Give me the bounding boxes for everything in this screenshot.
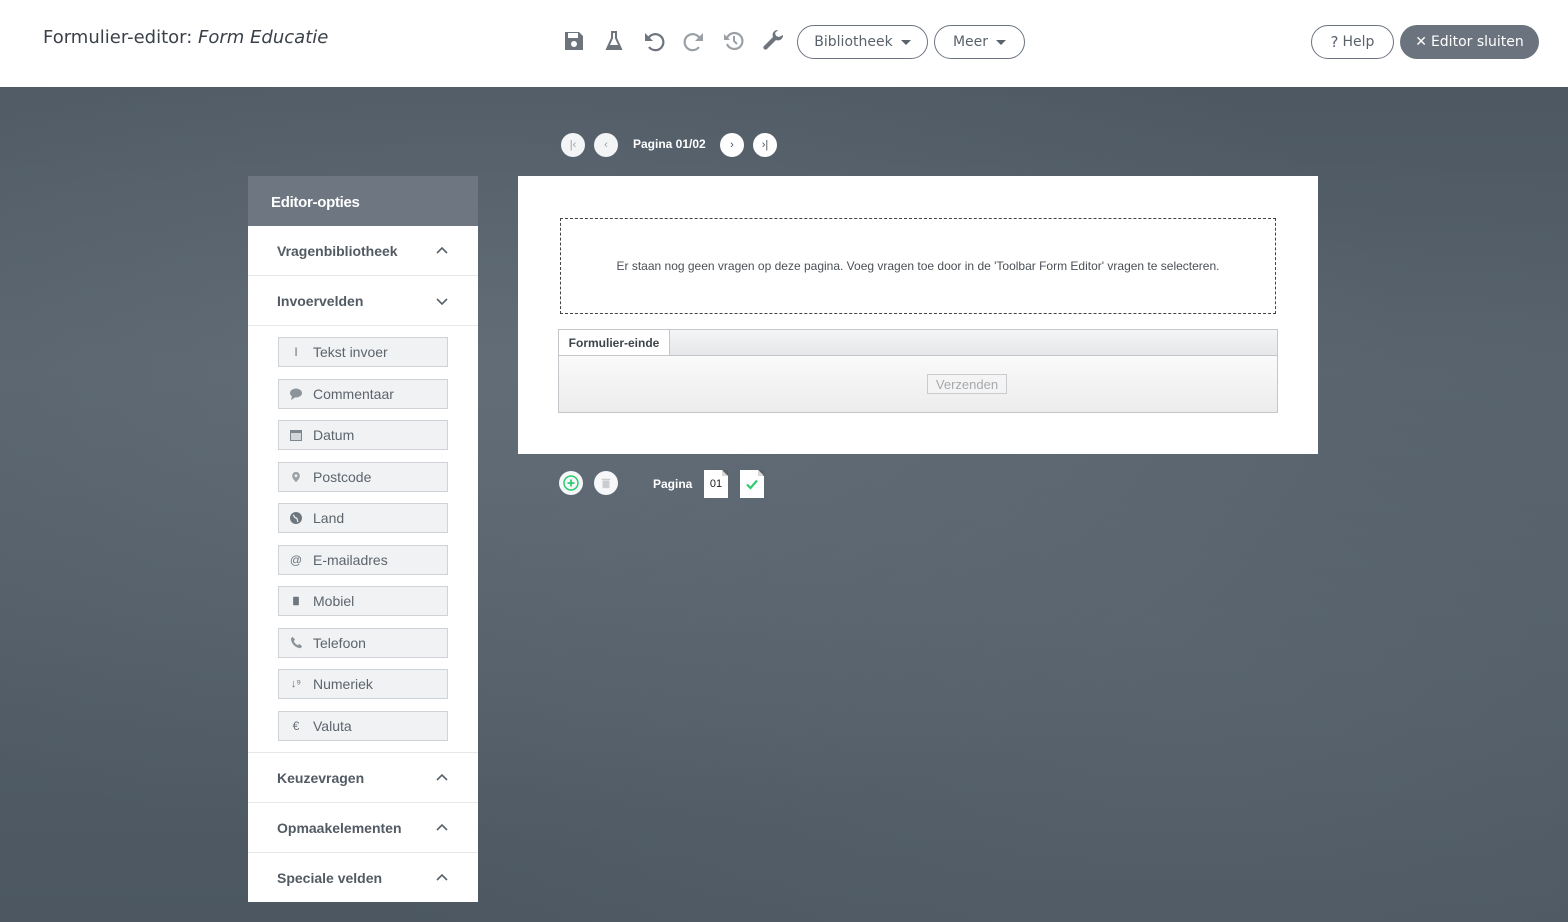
section-label: Opmaakelementen [277,819,402,836]
field-text-input[interactable]: I Tekst invoer [278,337,448,367]
field-country[interactable]: Land [278,503,448,533]
at-icon: @ [289,552,303,567]
form-end-section: Verzenden [558,355,1278,413]
editor-title-prefix: Formulier-editor: [43,27,193,48]
field-mobile[interactable]: Mobiel [278,586,448,616]
field-email[interactable]: @ E-mailadres [278,544,448,575]
chevron-up-icon [436,773,448,781]
field-label: Commentaar [313,385,394,402]
globe-icon [289,511,303,525]
field-label: E-mailadres [313,551,388,568]
mobile-icon [289,594,303,608]
field-label: Land [313,510,345,526]
calendar-icon [289,428,303,442]
field-comment[interactable]: Commentaar [278,378,448,409]
field-currency[interactable]: € Valuta [278,710,448,741]
section-layout-elements[interactable]: Opmaakelementen [248,803,478,853]
form-end-label: Formulier-einde [559,330,670,356]
first-page-button[interactable]: |‹ [561,133,585,157]
redo-icon[interactable] [679,26,709,56]
submit-button[interactable]: Verzenden [927,374,1007,394]
sort-numeric-icon: ↓⁹ [290,678,302,690]
field-label: Postcode [313,468,372,485]
input-fields-list: I Tekst invoer Commentaar Datum Postcode [248,326,478,753]
field-label: Datum [313,427,355,443]
help-label: Help [1342,34,1375,50]
chevron-down-icon [900,39,911,45]
section-input-fields[interactable]: Invoervelden [248,276,478,326]
section-label: Keuzevragen [277,769,365,786]
comment-icon [289,387,303,401]
wrench-icon[interactable] [759,26,789,56]
skip-forward-icon: ›| [761,139,769,151]
editor-options-panel: Editor-opties Vragenbibliotheek Invoerve… [248,176,478,902]
section-question-library[interactable]: Vragenbibliotheek [248,226,478,276]
chevron-up-icon [436,873,448,881]
question-icon: ? [1330,33,1339,51]
field-postcode[interactable]: Postcode [278,461,448,492]
flask-icon[interactable] [599,26,629,56]
field-label: Tekst invoer [313,344,388,360]
section-label: Invoervelden [277,292,364,309]
field-label: Valuta [313,717,352,734]
add-page-button[interactable] [559,471,583,495]
text-cursor-icon: I [294,345,298,359]
field-numeric[interactable]: ↓⁹ Numeriek [278,669,448,699]
page-thumbnail[interactable]: 01 [704,470,728,498]
library-dropdown-label: Bibliotheek [814,34,893,50]
close-editor-button[interactable]: ✕ Editor sluiten [1400,25,1539,59]
history-icon[interactable] [719,26,749,56]
more-dropdown[interactable]: Meer [934,25,1025,59]
section-label: Vragenbibliotheek [277,242,398,259]
chevron-up-icon [436,246,448,254]
chevron-right-icon: › [730,139,734,151]
section-label: Speciale velden [277,870,383,886]
delete-page-button[interactable] [594,471,618,495]
next-page-button[interactable]: › [720,133,744,157]
field-label: Numeriek [313,676,373,692]
phone-icon [289,636,303,650]
editor-options-title: Editor-opties [248,176,478,226]
field-label: Mobiel [313,593,355,609]
field-phone[interactable]: Telefoon [278,627,448,658]
page-indicator: Pagina 01/02 [633,137,706,151]
editor-title: Formulier-editor: Form Educatie [43,27,328,48]
top-toolbar: Formulier-editor: Form Educatie Biblioth… [0,0,1568,87]
close-editor-label: Editor sluiten [1430,34,1524,50]
save-icon[interactable] [559,26,589,56]
undo-icon[interactable] [639,26,669,56]
chevron-down-icon [996,39,1007,45]
close-icon: ✕ [1415,34,1427,50]
empty-page-dropzone[interactable]: Er staan nog geen vragen op deze pagina.… [560,218,1276,314]
page-number: 01 [709,478,723,490]
form-name: Form Educatie [198,27,329,48]
plus-circle-icon [563,475,579,491]
page-label: Pagina [653,477,693,491]
form-end-page-thumbnail[interactable] [740,470,764,498]
chevron-down-icon [436,297,448,305]
check-icon [746,479,758,490]
help-button[interactable]: ? Help [1311,25,1394,59]
section-special-fields[interactable]: Speciale velden [248,853,478,903]
section-choice-questions[interactable]: Keuzevragen [248,753,478,803]
skip-back-icon: |‹ [569,139,577,151]
chevron-up-icon [436,823,448,831]
form-canvas: Er staan nog geen vragen op deze pagina.… [518,176,1318,454]
euro-icon: € [292,718,300,733]
last-page-button[interactable]: ›| [753,133,777,157]
empty-page-message: Er staan nog geen vragen op deze pagina.… [616,259,1220,273]
prev-page-button[interactable]: ‹ [594,133,618,157]
chevron-left-icon: ‹ [604,139,608,151]
more-dropdown-label: Meer [952,34,989,50]
map-pin-icon [289,470,303,484]
form-end-header: Formulier-einde [558,329,1278,356]
library-dropdown[interactable]: Bibliotheek [797,25,928,59]
field-date[interactable]: Datum [278,420,448,450]
field-label: Telefoon [313,634,366,651]
trash-icon [601,478,611,489]
